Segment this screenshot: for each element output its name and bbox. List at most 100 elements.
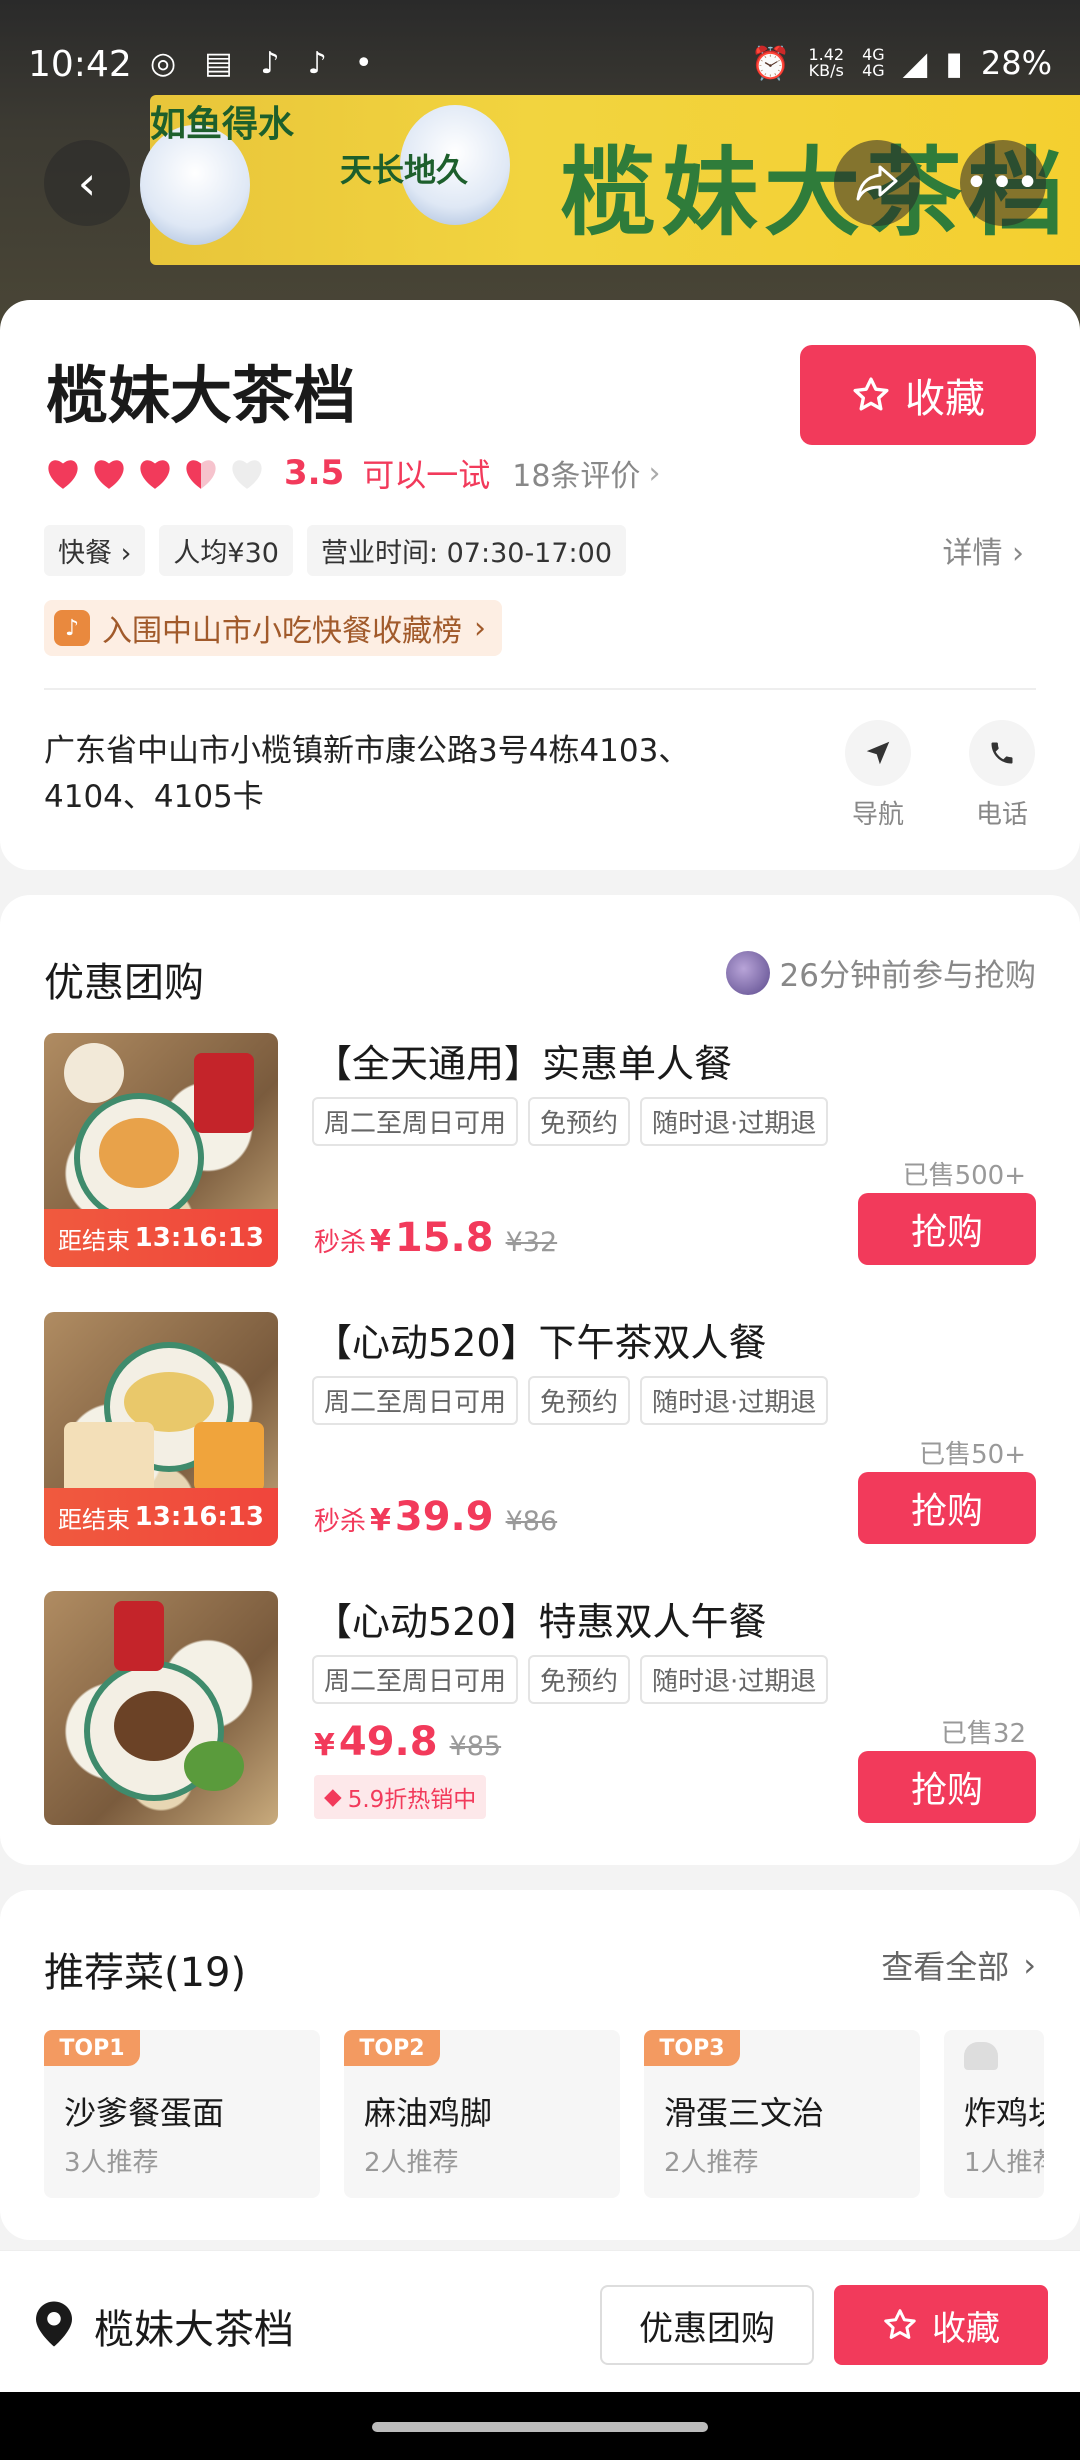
system-nav-bar <box>0 2392 1080 2460</box>
dish-card[interactable]: TOP1 沙爹餐蛋面 3人推荐 <box>44 2030 320 2198</box>
douyin-icon: ♪ <box>54 610 90 646</box>
sold-count: 已售50+ <box>919 1440 1026 1470</box>
countdown-bar: 距结束 13:16:13 <box>44 1488 278 1546</box>
favorite-button[interactable]: 收藏 <box>800 345 1036 445</box>
buy-button[interactable]: 抢购 <box>858 1193 1036 1265</box>
group-deals-card: 优惠团购 26分钟前参与抢购 距结束 13:16:13 【全天通用】实惠单人餐 … <box>0 895 1080 1865</box>
star-icon <box>884 2309 916 2339</box>
battery-level: 28% <box>980 44 1052 82</box>
deal-title: 【全天通用】实惠单人餐 <box>314 1042 733 1086</box>
status-system-icons: ⏰ 1.42 KB/s 4G 4G ◢ ▮ 28% <box>751 44 1052 82</box>
shop-tags: 快餐 › 人均¥30 营业时间: 07:30-17:00 <box>44 525 626 576</box>
news-icon: ▤ <box>204 46 233 81</box>
empty-heart-icon <box>228 455 266 491</box>
navigation-icon <box>845 720 911 786</box>
ranking-label: 入围中山市小吃快餐收藏榜 <box>102 614 462 649</box>
dish-name: 沙爹餐蛋面 <box>64 2094 225 2132</box>
home-indicator[interactable] <box>372 2422 708 2432</box>
chef-hat-icon <box>964 2042 998 2070</box>
half-heart-icon <box>182 455 220 491</box>
dish-name: 炸鸡块 <box>964 2094 1044 2132</box>
deal-tags: 周二至周日可用 免预约 随时退·过期退 <box>312 1655 829 1704</box>
sign-mid-text: 天长地久 <box>340 151 469 189</box>
review-count: 18条评价 <box>512 459 641 494</box>
recommend-count: 2人推荐 <box>364 2148 459 2178</box>
recommended-list: TOP1 沙爹餐蛋面 3人推荐 TOP2 麻油鸡脚 2人推荐 TOP3 滑蛋三文… <box>44 2030 1044 2198</box>
shop-address[interactable]: 广东省中山市小榄镇新市康公路3号4栋4103、4104、4105卡 <box>44 728 764 820</box>
divider <box>44 688 1036 690</box>
recommend-count: 1人推荐 <box>964 2148 1044 2178</box>
more-button[interactable]: ••• <box>960 140 1046 226</box>
original-price: ¥86 <box>505 1506 558 1537</box>
deal-image <box>44 1591 278 1825</box>
sold-count: 已售32 <box>940 1719 1026 1749</box>
deal-price: ¥ 49.8 ¥85 <box>314 1719 502 1765</box>
shop-info-card: 榄妹大茶档 收藏 3.5 可以一试 18条评价 › 快餐 › 人均¥30 营业时… <box>0 300 1080 870</box>
battery-icon: ▮ <box>945 44 963 82</box>
deal-item[interactable]: 距结束 13:16:13 【全天通用】实惠单人餐 周二至周日可用 免预约 随时退… <box>44 1033 1036 1269</box>
bottom-action-bar: 榄妹大茶档 优惠团购 收藏 <box>0 2250 1080 2392</box>
share-button[interactable] <box>834 140 920 226</box>
chevron-right-icon: › <box>474 610 486 646</box>
deal-image: 距结束 13:16:13 <box>44 1312 278 1546</box>
deal-item[interactable]: 距结束 13:16:13 【心动520】下午茶双人餐 周二至周日可用 免预约 随… <box>44 1312 1036 1548</box>
deal-price: 秒杀 ¥ 15.8 ¥32 <box>314 1215 558 1261</box>
discount-badge: ◆ 5.9折热销中 <box>314 1775 487 1819</box>
top-badge: TOP2 <box>344 2030 440 2066</box>
chevron-right-icon: › <box>648 455 661 491</box>
dot-icon: • <box>354 46 373 81</box>
status-time: 10:42 <box>28 44 132 85</box>
countdown-bar: 距结束 13:16:13 <box>44 1209 278 1267</box>
group-deal-button[interactable]: 优惠团购 <box>600 2285 814 2365</box>
deal-image: 距结束 13:16:13 <box>44 1033 278 1267</box>
chevron-right-icon: › <box>1012 536 1024 571</box>
top-badge: TOP3 <box>644 2030 740 2066</box>
location-pin-icon <box>36 2301 72 2347</box>
rating-row[interactable]: 3.5 可以一试 18条评价 › <box>44 450 660 496</box>
navigate-label: 导航 <box>851 800 904 830</box>
sold-count: 已售500+ <box>902 1161 1026 1191</box>
buy-button[interactable]: 抢购 <box>858 1472 1036 1544</box>
ranking-badge[interactable]: ♪ 入围中山市小吃快餐收藏榜 › <box>44 600 502 656</box>
deal-tags: 周二至周日可用 免预约 随时退·过期退 <box>312 1097 829 1146</box>
see-all-link[interactable]: 查看全部 › <box>881 1942 1036 1988</box>
recommend-count: 3人推荐 <box>64 2148 159 2178</box>
signal-labels: 4G 4G <box>862 45 885 80</box>
rating-score: 3.5 <box>284 453 345 493</box>
deal-price: 秒杀 ¥ 39.9 ¥86 <box>314 1494 558 1540</box>
heart-icon <box>136 455 174 491</box>
dish-card[interactable]: TOP3 滑蛋三文治 2人推荐 <box>644 2030 920 2198</box>
dish-card[interactable]: 炸鸡块 1人推荐 <box>944 2030 1044 2198</box>
heart-icon <box>90 455 128 491</box>
avg-price-tag: 人均¥30 <box>159 525 293 576</box>
deal-item[interactable]: 【心动520】特惠双人午餐 周二至周日可用 免预约 随时退·过期退 已售32 ¥… <box>44 1591 1036 1827</box>
phone-icon <box>969 720 1035 786</box>
buy-button[interactable]: 抢购 <box>858 1751 1036 1823</box>
heart-icon <box>44 455 82 491</box>
recent-purchase: 26分钟前参与抢购 <box>725 950 1036 995</box>
chevron-right-icon: › <box>1023 1946 1036 1984</box>
phone-button[interactable]: 电话 <box>952 720 1052 831</box>
more-icon: ••• <box>964 160 1042 206</box>
favorite-label: 收藏 <box>905 376 985 422</box>
details-link[interactable]: 详情 › <box>942 528 1024 572</box>
section-title: 优惠团购 <box>44 960 204 1006</box>
share-icon <box>856 165 898 201</box>
section-title: 推荐菜(19) <box>44 1950 247 1996</box>
star-icon <box>853 377 889 411</box>
phone-label: 电话 <box>975 800 1028 830</box>
dish-card[interactable]: TOP2 麻油鸡脚 2人推荐 <box>344 2030 620 2198</box>
back-button[interactable]: ‹ <box>44 140 130 226</box>
tiktok-icon: ♪ <box>260 46 280 81</box>
dish-name: 麻油鸡脚 <box>364 2094 493 2132</box>
deal-tags: 周二至周日可用 免预约 随时退·过期退 <box>312 1376 829 1425</box>
dish-name: 滑蛋三文治 <box>664 2094 825 2132</box>
netease-icon: ◎ <box>150 46 177 81</box>
bottom-favorite-button[interactable]: 收藏 <box>834 2285 1048 2365</box>
status-notification-icons: ◎ ▤ ♪ ♪ • <box>150 46 373 81</box>
signal-icon: ◢ <box>902 44 928 82</box>
alarm-icon: ⏰ <box>750 44 791 82</box>
navigate-button[interactable]: 导航 <box>828 720 928 831</box>
category-tag[interactable]: 快餐 › <box>44 525 146 576</box>
tiktok-icon: ♪ <box>307 46 327 81</box>
